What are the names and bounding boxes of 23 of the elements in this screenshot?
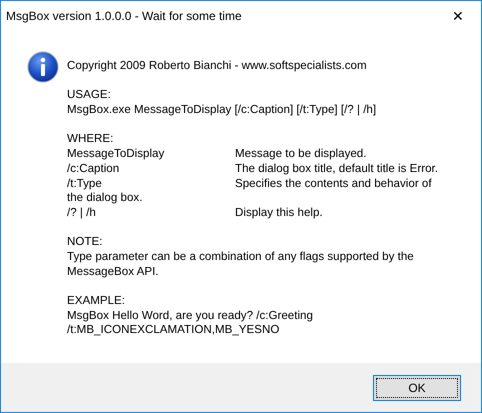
message-text: EXAMPLE:	[67, 294, 125, 307]
message-text: WHERE:	[67, 132, 114, 146]
info-icon	[27, 51, 59, 83]
message-text: /t:MB_ICONEXCLAMATION,MB_YESNO	[67, 323, 280, 336]
message-text: the dialog box.	[67, 191, 142, 204]
message-text: NOTE:	[67, 235, 102, 248]
option-name: /t:Type	[67, 176, 102, 190]
message-text: MsgBox Hello Word, are you ready? /c:Greeting	[67, 308, 313, 322]
option-name: /? | /h	[67, 206, 96, 219]
message-text: USAGE:	[67, 88, 111, 102]
option-description: Message to be displayed.	[235, 147, 366, 160]
message-text: Copyright 2009 Roberto Bianchi - www.softspecialists.com	[67, 59, 367, 72]
option-name: MessageToDisplay	[67, 147, 164, 160]
close-button[interactable]: ✕	[435, 1, 481, 31]
option-description: Display this help.	[235, 206, 323, 219]
message-text: MessageBox API.	[67, 264, 159, 278]
option-description: The dialog box title, default title is Error.	[235, 162, 438, 175]
ok-button[interactable]: OK	[373, 374, 461, 400]
option-name: /c:Caption	[67, 162, 120, 175]
option-description: Specifies the contents and behavior of	[235, 176, 432, 190]
message-text: Type parameter can be a combination of any flags supported by the	[67, 250, 414, 263]
window-title: MsgBox version 1.0.0.0 - Wait for some time	[6, 8, 242, 25]
message-text: MsgBox.exe MessageToDisplay [/c:Caption] [/t:Type] [/? | /h]	[67, 103, 376, 116]
